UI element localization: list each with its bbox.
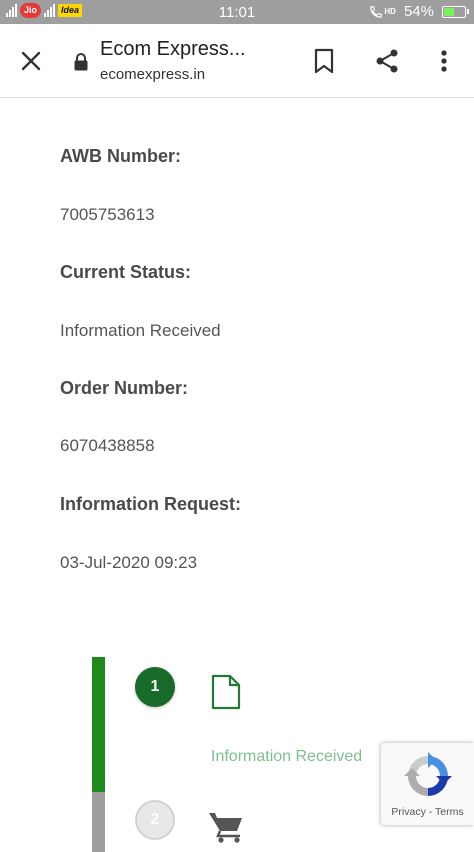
timeline-pending-bar xyxy=(92,792,105,852)
status-bar: Jio Idea 11:01 HD 54% xyxy=(0,0,474,24)
recaptcha-logo-icon xyxy=(403,751,453,801)
timeline-step-1: 1 xyxy=(135,667,175,707)
lock-icon xyxy=(72,52,90,72)
browser-toolbar: Ecom Express... ecomexpress.in xyxy=(0,24,474,98)
timeline-step-2: 2 xyxy=(135,800,175,840)
recaptcha-terms-link[interactable]: Terms xyxy=(435,806,464,818)
hd-call-icon: HD xyxy=(369,5,396,19)
battery-fill xyxy=(444,7,454,16)
cart-icon xyxy=(208,810,244,843)
share-button[interactable] xyxy=(374,48,400,74)
current-status-value: Information Received xyxy=(60,321,221,340)
page-title: Ecom Express... xyxy=(100,38,246,60)
information-request-value: 03-Jul-2020 09:23 xyxy=(60,553,198,572)
phone-icon xyxy=(370,5,383,18)
more-options-button[interactable] xyxy=(432,48,456,74)
current-status-label: Current Status: xyxy=(60,262,192,282)
timeline-progress-bar xyxy=(92,657,105,792)
recaptcha-privacy-link[interactable]: Privacy xyxy=(391,806,425,818)
status-right: HD 54% xyxy=(369,3,469,20)
battery-percent: 54% xyxy=(403,3,434,20)
bookmark-icon xyxy=(314,48,334,74)
timeline-step-1-label: Information Received xyxy=(211,748,363,765)
page-url[interactable]: ecomexpress.in xyxy=(100,66,205,83)
order-number-label: Order Number: xyxy=(60,378,189,398)
network-label: HD xyxy=(384,7,396,16)
recaptcha-badge[interactable]: Privacy - Terms xyxy=(381,743,474,825)
more-vert-icon xyxy=(441,50,447,72)
information-request-label: Information Request: xyxy=(60,494,242,514)
close-button[interactable] xyxy=(18,48,44,74)
awb-number-label: AWB Number: xyxy=(60,146,181,166)
bookmark-button[interactable] xyxy=(312,48,336,74)
document-icon xyxy=(210,674,242,710)
share-icon xyxy=(376,49,398,73)
battery-icon xyxy=(442,5,469,18)
awb-number-value: 7005753613 xyxy=(60,205,155,224)
recaptcha-links: Privacy - Terms xyxy=(381,806,474,818)
close-icon xyxy=(21,51,41,71)
recaptcha-separator: - xyxy=(425,806,435,818)
order-number-value: 6070438858 xyxy=(60,436,155,455)
